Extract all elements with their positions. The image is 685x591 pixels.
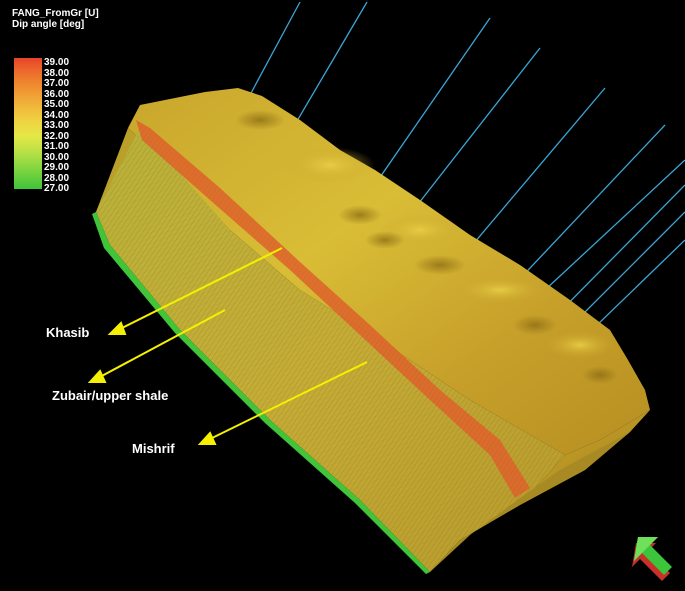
mishrif-arrowhead [197, 431, 217, 445]
legend-colorbar [14, 58, 42, 189]
legend-tick: 31.00 [44, 141, 70, 152]
3d-viewport[interactable]: FANG_FromGr [U] Dip angle [deg] 39.00 38… [0, 0, 685, 591]
orientation-arrow-svg [632, 537, 672, 581]
legend-tick: 27.00 [44, 183, 70, 194]
zubair-arrowhead [87, 369, 107, 383]
legend-tick: 28.00 [44, 172, 70, 184]
legend-tick: 34.00 [44, 109, 70, 121]
label-khasib: Khasib [46, 325, 90, 340]
legend-tick: 39.00 [44, 57, 70, 68]
legend-subtitle: Dip angle [deg] [12, 19, 85, 30]
3d-model-scene[interactable] [0, 0, 685, 591]
well-line [249, 1, 301, 96]
legend-tick: 32.00 [44, 130, 70, 142]
khasib-arrowhead [107, 321, 127, 335]
legend-gradient [14, 58, 42, 189]
label-zubair: Zubair/upper shale [52, 388, 169, 403]
legend-tick: 38.00 [44, 67, 70, 79]
well-line [286, 1, 368, 139]
legend-tick: 30.00 [44, 151, 70, 163]
legend-tick: 29.00 [44, 162, 70, 173]
legend-tick: 36.00 [44, 88, 70, 100]
legend-tick: 33.00 [44, 120, 70, 131]
legend-property-title: FANG_FromGr [U] [12, 8, 99, 19]
legend-tick: 35.00 [44, 99, 70, 110]
color-legend: FANG_FromGr [U] Dip angle [deg] 39.00 38… [12, 8, 99, 194]
legend-tick: 37.00 [44, 78, 70, 89]
label-mishrif: Mishrif [132, 441, 175, 456]
orientation-arrow-icon[interactable] [628, 531, 678, 583]
